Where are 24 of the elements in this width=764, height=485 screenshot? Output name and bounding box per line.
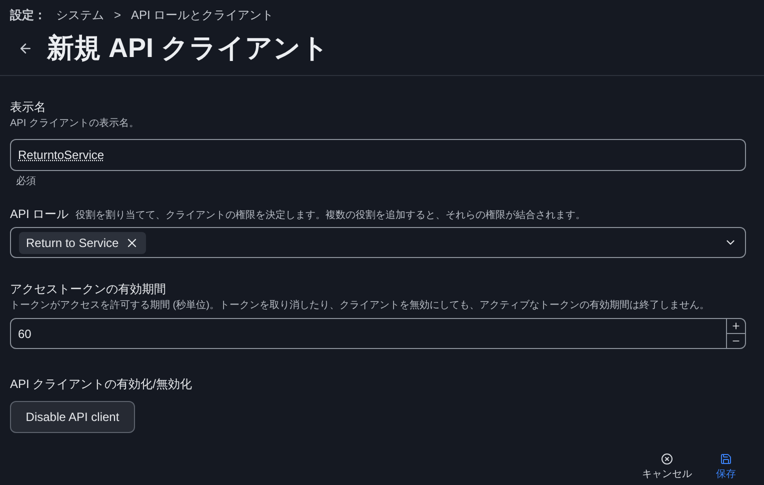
field-hint: トークンがアクセスを許可する期間 (秒単位)。トークンを取り消したり、クライアントを無効にしても、アクティブなトークンの有効期間は終了しません。 (10, 298, 710, 313)
field-label: アクセストークンの有効期間 (10, 281, 167, 298)
circle-x-icon (661, 453, 673, 465)
back-button[interactable] (18, 40, 33, 56)
field-hint: API クライアントの表示名。 (10, 116, 140, 131)
section-label: API クライアントの有効化/無効化 (10, 376, 194, 393)
disable-button[interactable]: Disable API client (10, 401, 135, 433)
breadcrumb-separator: > (114, 7, 122, 24)
field-hint: 役割を割り当てて、クライアントの権限を決定します。複数の役割を追加すると、それらの権限が結合されます。 (76, 208, 586, 223)
field-value: 60 (17, 326, 32, 342)
role-select[interactable]: Return to Service (10, 227, 746, 258)
save-button[interactable]: 保存 (716, 453, 736, 482)
field-label: API ロール (10, 206, 69, 223)
display-name-field[interactable]: ReturntoService (10, 139, 746, 171)
breadcrumb-link[interactable]: API ロールとクライアント (131, 6, 274, 24)
plus-icon (731, 321, 741, 331)
chip-label: Return to Service (26, 234, 119, 252)
field-label: 表示名 (10, 99, 47, 116)
required-note: 必須 (16, 174, 37, 189)
breadcrumb-link[interactable]: システム (56, 6, 104, 24)
cancel-button[interactable]: キャンセル (642, 453, 692, 482)
breadcrumb-label: 設定： (10, 7, 46, 24)
token-lifetime-field[interactable]: 60 (10, 318, 746, 349)
page-title: 新規 API クライアント (47, 32, 330, 65)
